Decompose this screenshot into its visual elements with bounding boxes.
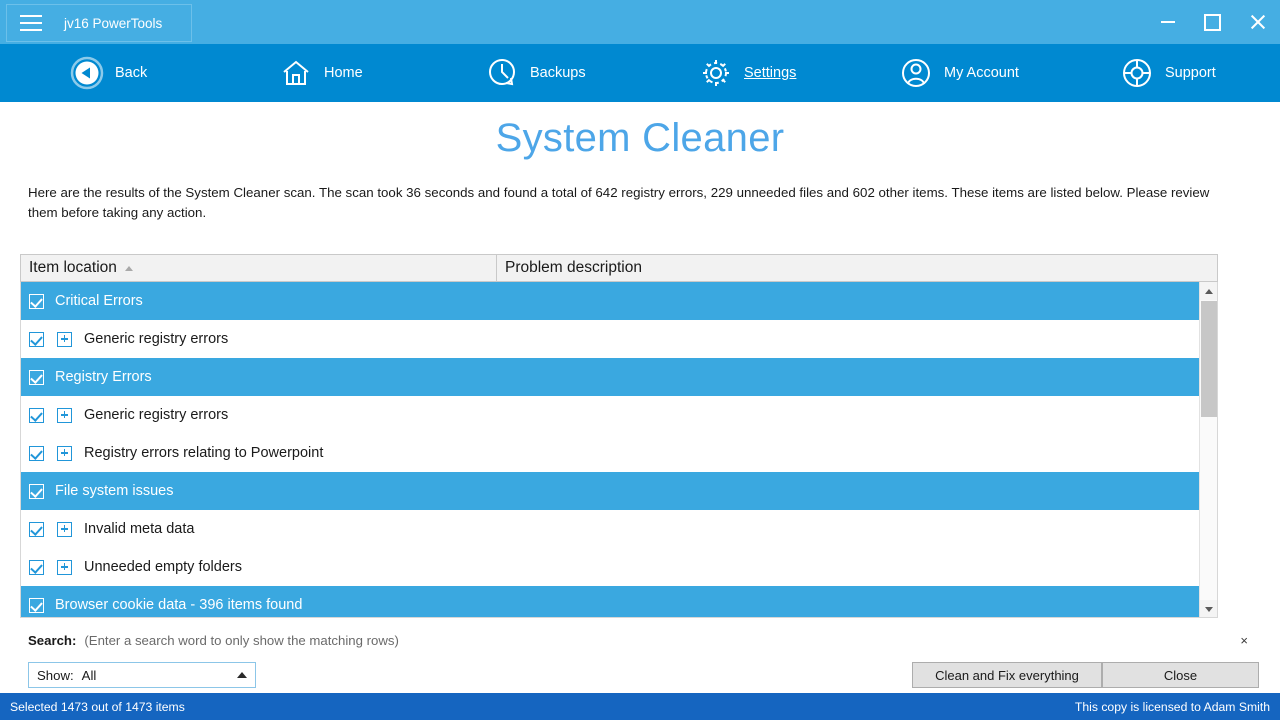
nav-item-backups[interactable]: Backups <box>485 44 586 102</box>
gear-icon <box>699 56 733 90</box>
results-table: Item location Problem description Critic… <box>20 254 1218 618</box>
scroll-up-button[interactable] <box>1200 282 1217 300</box>
row-checkbox[interactable] <box>29 483 44 499</box>
table-row[interactable]: File system issues <box>21 472 1200 510</box>
minimize-icon <box>1160 21 1175 23</box>
row-label: Critical Errors <box>55 293 143 309</box>
house-icon <box>279 56 313 90</box>
row-checkbox[interactable] <box>29 445 44 461</box>
table-row[interactable]: Registry Errors <box>21 358 1200 396</box>
expand-icon[interactable] <box>57 445 72 461</box>
expand-icon[interactable] <box>57 559 72 575</box>
table-row[interactable]: Browser cookie data - 396 items found <box>21 586 1200 617</box>
main-navigation: Back Home Backups Settings My Account Su… <box>0 44 1280 102</box>
row-label: File system issues <box>55 483 174 499</box>
expand-icon[interactable] <box>57 407 72 423</box>
clean-and-fix-button[interactable]: Clean and Fix everything <box>912 662 1102 688</box>
expand-icon[interactable] <box>57 521 72 537</box>
status-bar: Selected 1473 out of 1473 items This cop… <box>0 693 1280 720</box>
page-title: System Cleaner <box>495 116 785 160</box>
row-checkbox[interactable] <box>29 369 44 385</box>
app-title: jv16 PowerTools <box>64 15 163 31</box>
list-scrollbar[interactable] <box>1199 282 1217 617</box>
user-circle-icon <box>899 56 933 90</box>
row-label: Registry Errors <box>55 369 152 385</box>
results-rows: Critical Errors Generic registry errors … <box>21 282 1200 617</box>
row-checkbox[interactable] <box>29 407 44 423</box>
nav-label-backups: Backups <box>530 65 586 81</box>
table-header-row: Item location Problem description <box>20 254 1218 282</box>
close-window-button[interactable] <box>1235 0 1280 44</box>
results-list[interactable]: Critical Errors Generic registry errors … <box>20 282 1218 618</box>
maximize-icon <box>1204 13 1221 31</box>
column-header-problem-description[interactable]: Problem description <box>497 255 1217 281</box>
column-header-problem-description-label: Problem description <box>505 259 642 276</box>
search-row: Search: × <box>28 629 1252 651</box>
search-label: Search: <box>28 632 77 648</box>
chevron-up-icon <box>1205 288 1213 294</box>
sort-ascending-icon <box>124 265 133 271</box>
scrollbar-thumb[interactable] <box>1201 301 1217 417</box>
column-header-item-location[interactable]: Item location <box>21 255 497 281</box>
expand-icon[interactable] <box>57 331 72 347</box>
row-label: Generic registry errors <box>84 331 229 347</box>
status-selection-text: Selected 1473 out of 1473 items <box>10 699 185 714</box>
close-icon <box>1249 13 1267 31</box>
close-search-icon[interactable]: × <box>1240 634 1248 647</box>
table-row[interactable]: Unneeded empty folders <box>21 548 1200 586</box>
row-label: Unneeded empty folders <box>84 559 242 575</box>
maximize-button[interactable] <box>1190 0 1235 44</box>
nav-label-my-account: My Account <box>944 65 1019 81</box>
show-filter-label: Show: <box>37 667 74 683</box>
search-input[interactable] <box>84 632 685 648</box>
row-label: Registry errors relating to Powerpoint <box>84 445 324 461</box>
clock-restore-icon <box>485 56 519 90</box>
column-header-item-location-label: Item location <box>29 259 117 276</box>
row-checkbox[interactable] <box>29 293 44 309</box>
table-row[interactable]: Generic registry errors <box>21 320 1200 358</box>
row-checkbox[interactable] <box>29 597 44 613</box>
nav-label-support: Support <box>1165 65 1216 81</box>
show-filter-value: All <box>81 667 97 683</box>
nav-label-settings: Settings <box>744 65 797 81</box>
row-checkbox[interactable] <box>29 521 44 537</box>
chevron-down-icon <box>1205 606 1213 612</box>
minimize-button[interactable] <box>1145 0 1190 44</box>
row-checkbox[interactable] <box>29 559 44 575</box>
lifebuoy-icon <box>1120 56 1154 90</box>
row-checkbox[interactable] <box>29 331 44 347</box>
page-content: System Cleaner Here are the results of t… <box>0 102 1280 693</box>
caret-up-icon <box>237 672 247 678</box>
hamburger-icon[interactable] <box>20 15 42 31</box>
back-arrow-circle-icon <box>70 56 104 90</box>
table-row[interactable]: Generic registry errors <box>21 396 1200 434</box>
title-bar: jv16 PowerTools <box>0 0 1280 44</box>
row-label: Invalid meta data <box>84 521 195 537</box>
scroll-down-button[interactable] <box>1200 600 1217 617</box>
row-label: Browser cookie data - 396 items found <box>55 597 303 613</box>
nav-item-home[interactable]: Home <box>279 44 363 102</box>
nav-label-back: Back <box>115 65 148 81</box>
page-description: Here are the results of the System Clean… <box>28 185 1210 220</box>
app-tab[interactable]: jv16 PowerTools <box>6 4 192 42</box>
table-row[interactable]: Critical Errors <box>21 282 1200 320</box>
nav-item-settings[interactable]: Settings <box>699 44 796 102</box>
nav-item-my-account[interactable]: My Account <box>899 44 1019 102</box>
status-license-text: This copy is licensed to Adam Smith <box>1074 699 1270 714</box>
nav-item-back[interactable]: Back <box>70 44 147 102</box>
show-filter-dropdown[interactable]: Show: All <box>28 662 256 688</box>
close-button[interactable]: Close <box>1102 662 1259 688</box>
row-label: Generic registry errors <box>84 407 229 423</box>
nav-item-support[interactable]: Support <box>1120 44 1216 102</box>
nav-label-home: Home <box>324 65 363 81</box>
table-row[interactable]: Registry errors relating to Powerpoint <box>21 434 1200 472</box>
table-row[interactable]: Invalid meta data <box>21 510 1200 548</box>
